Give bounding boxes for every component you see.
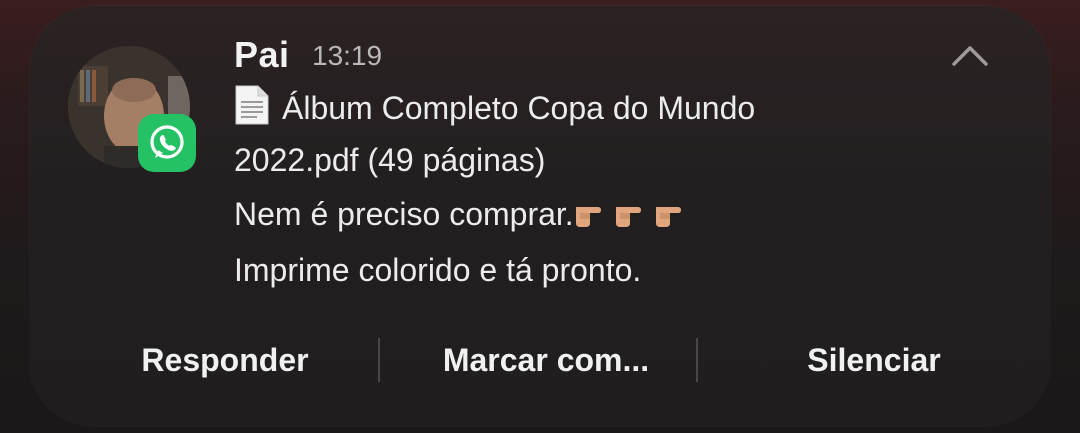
mute-button[interactable]: Silenciar — [774, 330, 974, 390]
attachment-title: Álbum Completo Copa do Mundo — [282, 90, 756, 126]
document-icon — [234, 85, 270, 125]
notification-time: 13:19 — [312, 40, 383, 71]
mark-as-read-button[interactable]: Marcar com... — [418, 330, 674, 390]
pointing-right-hand-icon — [654, 192, 694, 227]
attachment-filename: 2022.pdf (49 páginas) — [234, 142, 546, 178]
pointing-right-hand-icon — [574, 192, 614, 227]
contact-avatar-group[interactable] — [68, 46, 196, 172]
message-line-1: Nem é preciso comprar. — [234, 188, 694, 240]
pointing-right-hand-icon — [614, 192, 654, 227]
notification-actions: Responder Marcar com... Silenciar — [30, 330, 1050, 390]
action-divider — [378, 338, 380, 382]
attachment-line-1: Álbum Completo Copa do Mundo — [234, 82, 755, 134]
chevron-up-icon[interactable] — [950, 40, 990, 72]
whatsapp-icon — [138, 114, 196, 172]
message-text-1: Nem é preciso comprar. — [234, 196, 574, 232]
reply-button[interactable]: Responder — [120, 330, 330, 390]
action-divider — [696, 338, 698, 382]
sender-name: Pai — [234, 34, 290, 75]
message-line-2: Imprime colorido e tá pronto. — [234, 252, 642, 288]
